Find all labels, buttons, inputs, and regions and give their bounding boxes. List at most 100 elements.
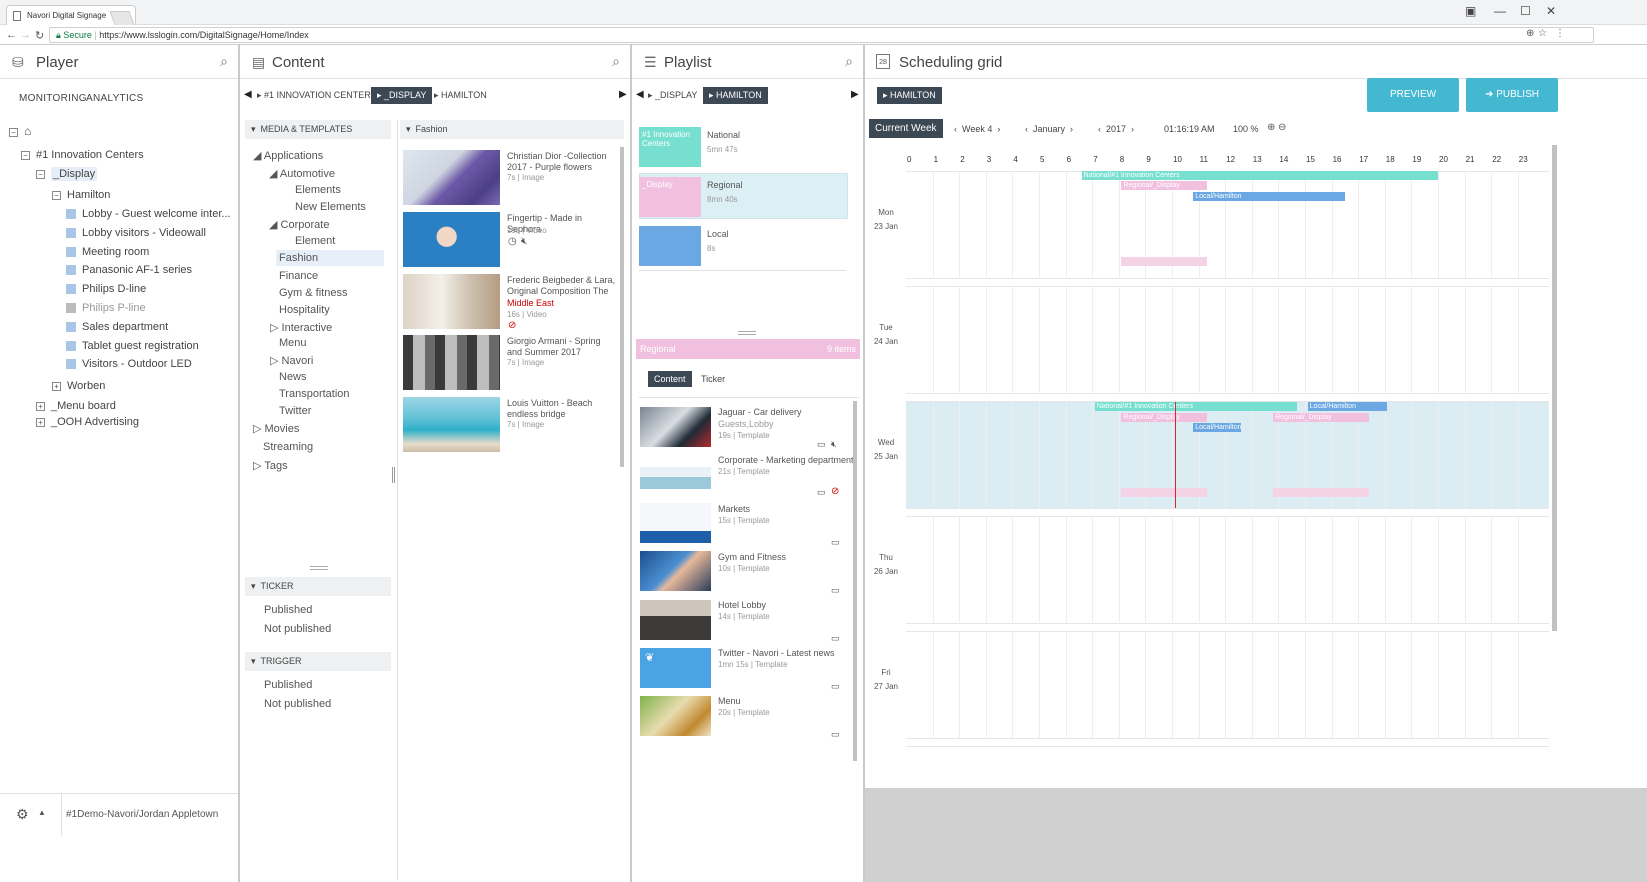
category-applications[interactable]: ◢ Applications [253, 149, 323, 162]
week-nav[interactable]: ‹ Week 4 › [954, 124, 1000, 134]
breadcrumb-prev-icon[interactable]: ◀ [244, 89, 252, 100]
playlist-national[interactable]: #1 Innovation Centers National 5mn 47s [639, 127, 844, 172]
breadcrumb-prev-icon[interactable]: ◀ [636, 89, 644, 100]
tab-content[interactable]: Content [648, 371, 692, 387]
category-fashion[interactable]: Fashion [276, 250, 384, 266]
tree-item-worben[interactable]: + Worben [52, 380, 105, 392]
year-nav[interactable]: ‹ 2017 › [1098, 124, 1134, 134]
zoom-in-icon[interactable]: ⊕ [1267, 122, 1275, 133]
playlist-local[interactable]: Local 8s [639, 226, 844, 271]
collapse-toggle[interactable]: − [52, 190, 61, 200]
schedule-bar-national[interactable]: National/#1 Innovation Centers [1081, 171, 1438, 180]
current-week-button[interactable]: Current Week [869, 119, 943, 138]
caret-up-icon[interactable]: ▲ [38, 808, 46, 817]
schedule-scrollbar[interactable] [1552, 145, 1557, 631]
thumbnail-dior[interactable] [403, 150, 500, 205]
collapse-toggle[interactable]: − [21, 150, 30, 160]
thumbnail-corporate-marketing[interactable] [640, 455, 711, 495]
expand-toggle[interactable]: + [52, 381, 61, 391]
category-new-elements[interactable]: New Elements [295, 201, 366, 213]
trigger-published[interactable]: Published [264, 679, 312, 691]
breadcrumb-next-icon[interactable]: ▶ [851, 89, 859, 100]
trigger-not-published[interactable]: Not published [264, 698, 331, 710]
trigger-header[interactable]: ▾ TRIGGER [245, 652, 391, 671]
maximize-icon[interactable]: ☐ [1520, 4, 1531, 18]
breadcrumb-item-active[interactable]: ▸ HAMILTON [703, 87, 768, 104]
thumbnail-armani[interactable] [403, 335, 500, 390]
ticker-not-published[interactable]: Not published [264, 623, 331, 635]
zoom-out-icon[interactable]: ⊖ [1278, 122, 1286, 133]
tree-item-ooh-advertising[interactable]: + _OOH Advertising [36, 416, 139, 428]
back-icon[interactable]: ← [6, 29, 17, 41]
thumbnail-markets[interactable] [640, 503, 711, 543]
playlist-scrollbar[interactable] [853, 401, 857, 761]
category-automotive[interactable]: ◢ Automotive [269, 167, 335, 180]
tree-player[interactable]: Philips D-line [66, 283, 146, 295]
tree-player[interactable]: Panasonic AF-1 series [66, 264, 192, 276]
schedule-bar-regional-ghost[interactable] [1121, 488, 1207, 497]
url-field[interactable]: 🔒︎ Secure | https://www.lsslogin.com/Dig… [49, 27, 1594, 43]
expand-toggle[interactable]: + [36, 417, 45, 427]
schedule-bar-local[interactable]: Local/Hamilton [1193, 192, 1345, 201]
category-finance[interactable]: Finance [279, 270, 318, 282]
thumbnail-gym-fitness[interactable] [640, 551, 711, 591]
breadcrumb-item[interactable]: ▸ #1 INNOVATION CENTERS [257, 90, 377, 101]
schedule-bar-regional[interactable]: Regional/_Display [1273, 413, 1369, 422]
zoom-icon[interactable]: ⊕ [1526, 28, 1534, 39]
thumbnail-beigbeder[interactable] [403, 274, 500, 329]
search-icon[interactable]: ⌕ [845, 53, 853, 70]
thumbnail-hotel-lobby[interactable] [640, 600, 711, 640]
category-tags[interactable]: ▷ Tags [253, 459, 288, 472]
gear-icon[interactable]: ⚙ [16, 806, 29, 823]
category-gym-fitness[interactable]: Gym & fitness [279, 287, 347, 299]
tree-player[interactable]: Philips P-line [66, 302, 146, 314]
schedule-bar-national[interactable]: National/#1 Innovation Centers [1094, 402, 1298, 411]
category-hospitality[interactable]: Hospitality [279, 304, 330, 316]
playlist-regional[interactable]: _Display Regional 8mn 40s [639, 177, 844, 222]
schedule-bar-regional-ghost[interactable] [1121, 257, 1207, 266]
category-news[interactable]: News [279, 371, 307, 383]
ticker-header[interactable]: ▾ TICKER [245, 577, 391, 596]
tab-analytics[interactable]: ANALYTICS [86, 93, 144, 104]
schedule-bar-regional-ghost[interactable] [1273, 488, 1369, 497]
reload-icon[interactable]: ↻ [35, 29, 44, 42]
category-menu[interactable]: Menu [279, 337, 307, 349]
tree-player[interactable]: Meeting room [66, 246, 149, 258]
collapse-toggle[interactable]: − [36, 169, 45, 179]
tab-ticker[interactable]: Ticker [701, 374, 725, 384]
breadcrumb-item-active[interactable]: ▸ HAMILTON [877, 87, 942, 104]
category-elements[interactable]: Elements [295, 184, 341, 196]
forward-icon[interactable]: → [20, 29, 31, 41]
category-streaming[interactable]: Streaming [263, 441, 313, 453]
category-navori[interactable]: ▷ Navori [270, 354, 313, 367]
tab-monitoring[interactable]: MONITORING [19, 93, 87, 104]
category-corporate[interactable]: ◢ Corporate [269, 218, 329, 231]
preview-button[interactable]: PREVIEW [1367, 78, 1459, 112]
tree-player[interactable]: Tablet guest registration [66, 340, 199, 352]
category-transportation[interactable]: Transportation [279, 388, 350, 400]
tree-player[interactable]: Lobby - Guest welcome inter... [66, 208, 231, 220]
resize-handle[interactable] [310, 566, 328, 570]
thumbnail-louis-vuitton[interactable] [403, 397, 500, 452]
profile-icon[interactable]: ▣ [1465, 4, 1476, 18]
resize-handle[interactable] [392, 467, 395, 483]
tree-player[interactable]: Visitors - Outdoor LED [66, 358, 192, 370]
publish-button[interactable]: ➜ PUBLISH [1466, 78, 1558, 112]
category-element[interactable]: Element [295, 235, 335, 247]
search-icon[interactable]: ⌕ [220, 53, 228, 70]
category-twitter[interactable]: Twitter [279, 405, 311, 417]
schedule-bar-regional[interactable]: Regional/_Display [1121, 413, 1207, 422]
tree-player[interactable]: Lobby visitors - Videowall [66, 227, 206, 239]
close-window-icon[interactable]: ✕ [1546, 4, 1556, 18]
minimize-icon[interactable]: — [1494, 4, 1506, 18]
breadcrumb-next-icon[interactable]: ▶ [619, 89, 627, 100]
search-icon[interactable]: ⌕ [612, 53, 620, 70]
schedule-bar-regional[interactable]: Regional/_Display [1121, 181, 1207, 190]
menu-dots-icon[interactable]: ⋮ [1555, 28, 1565, 39]
tree-root[interactable]: − ⌂ [9, 124, 31, 138]
resize-handle[interactable] [738, 331, 756, 335]
content-scrollbar[interactable] [620, 147, 624, 467]
tree-item-menu-board[interactable]: + _Menu board [36, 400, 116, 412]
tree-item-hamilton[interactable]: − Hamilton [52, 189, 110, 201]
ticker-published[interactable]: Published [264, 604, 312, 616]
